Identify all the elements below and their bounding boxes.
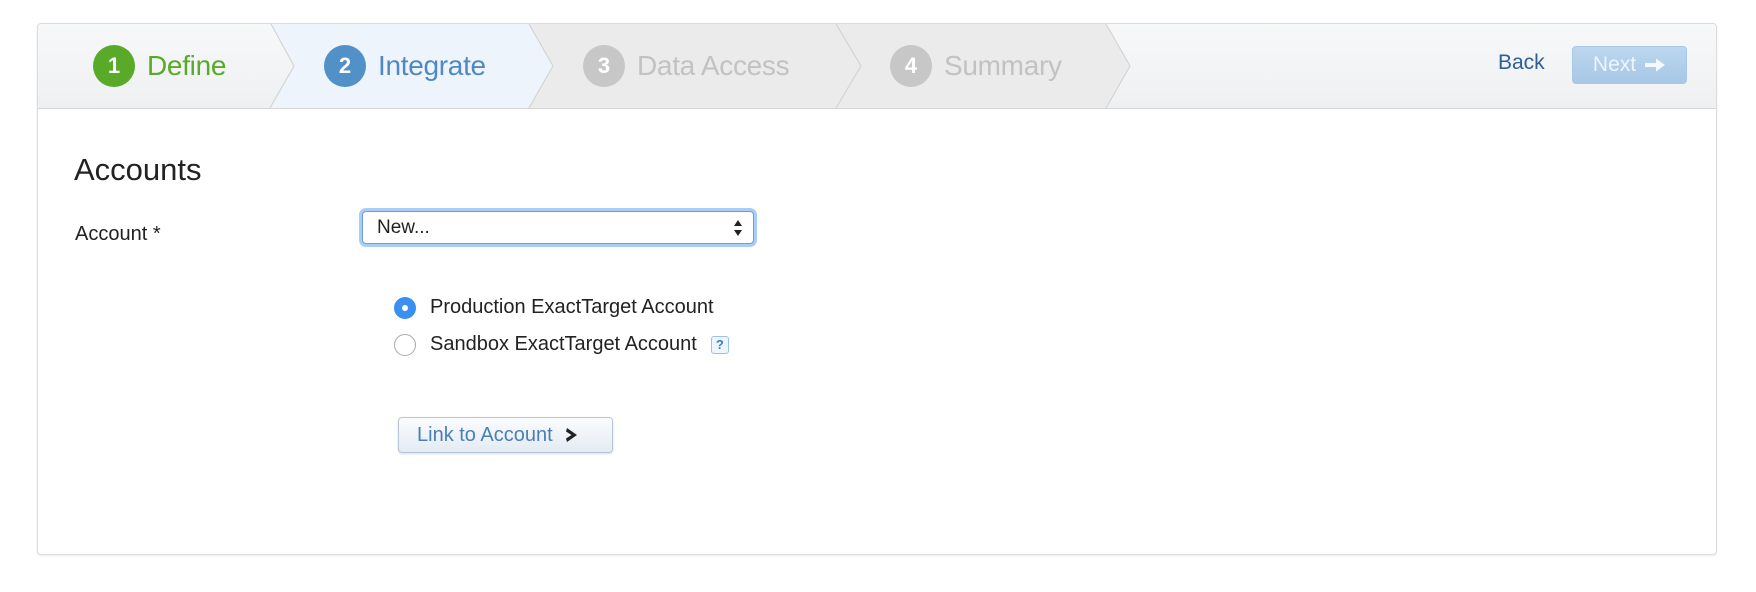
account-select-value: New...	[377, 216, 430, 238]
radio-sandbox[interactable]: Sandbox ExactTarget Account ?	[394, 333, 729, 356]
wizard-panel: 1 Define 2 Integrate 3 Data Access 4 Sum…	[37, 23, 1717, 555]
radio-button-selected[interactable]	[394, 296, 416, 319]
next-button-label: Next	[1592, 53, 1637, 76]
step-integrate[interactable]: 2 Integrate	[324, 24, 486, 108]
step-label: Integrate	[378, 50, 486, 81]
step-summary: 4 Summary	[890, 24, 1062, 108]
step-number-badge: 1	[93, 45, 135, 87]
link-button-label: Link to Account	[417, 423, 553, 446]
step-number-badge: 3	[583, 45, 625, 87]
help-icon[interactable]: ?	[710, 335, 729, 354]
radio-label: Sandbox ExactTarget Account	[430, 333, 697, 355]
next-button[interactable]: Next	[1572, 46, 1687, 84]
account-field-label: Account *	[75, 223, 161, 245]
back-link[interactable]: Back	[1498, 51, 1545, 75]
step-chevrons	[269, 24, 1131, 108]
updown-arrows-icon	[734, 220, 742, 236]
chevron-right-icon	[565, 428, 577, 442]
radio-label: Production ExactTarget Account	[430, 296, 714, 318]
step-label: Define	[147, 50, 227, 81]
wizard-header: 1 Define 2 Integrate 3 Data Access 4 Sum…	[38, 24, 1716, 109]
radio-production[interactable]: Production ExactTarget Account	[394, 296, 714, 319]
account-select[interactable]: New...	[362, 211, 754, 244]
step-data-access: 3 Data Access	[583, 24, 790, 108]
step-number-badge: 2	[324, 45, 366, 87]
section-title: Accounts	[74, 152, 202, 187]
step-label: Data Access	[637, 50, 790, 81]
radio-button[interactable]	[394, 333, 416, 356]
arrow-right-icon	[1645, 58, 1666, 72]
link-to-account-button[interactable]: Link to Account	[398, 417, 613, 453]
step-number-badge: 4	[890, 45, 932, 87]
step-label: Summary	[944, 50, 1062, 81]
step-define[interactable]: 1 Define	[93, 24, 226, 108]
